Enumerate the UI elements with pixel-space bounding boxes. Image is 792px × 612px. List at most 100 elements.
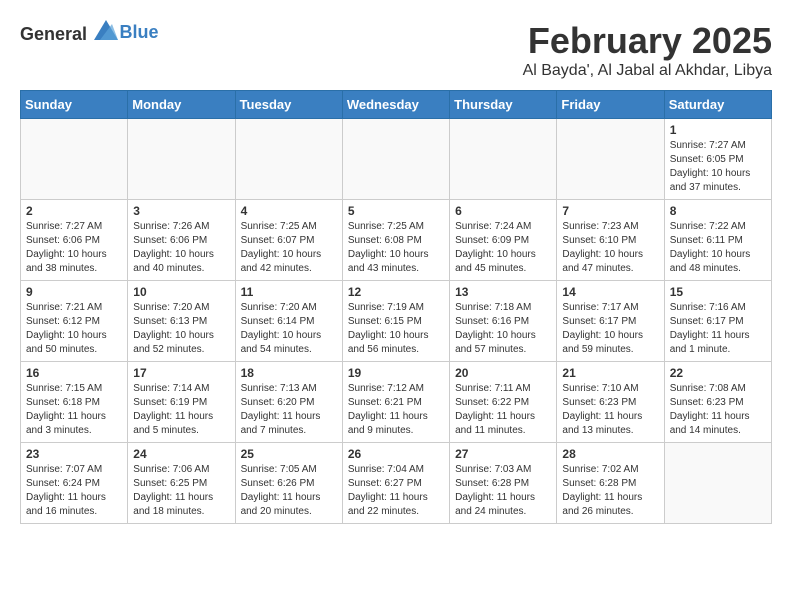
- day-number: 3: [133, 204, 229, 218]
- day-info: Sunrise: 7:18 AM Sunset: 6:16 PM Dayligh…: [455, 301, 551, 357]
- calendar-cell: 17 Sunrise: 7:14 AM Sunset: 6:19 PM Dayli…: [128, 362, 235, 443]
- calendar-cell: [21, 119, 128, 200]
- main-title: February 2025: [523, 20, 772, 62]
- title-area: February 2025 Al Bayda', Al Jabal al Akh…: [523, 20, 772, 80]
- calendar-cell: 12 Sunrise: 7:19 AM Sunset: 6:15 PM Dayli…: [342, 281, 449, 362]
- calendar-header-wednesday: Wednesday: [342, 91, 449, 119]
- day-info: Sunrise: 7:08 AM Sunset: 6:23 PM Dayligh…: [670, 382, 766, 438]
- day-number: 9: [26, 285, 122, 299]
- calendar-cell: 24 Sunrise: 7:06 AM Sunset: 6:25 PM Dayli…: [128, 443, 235, 524]
- day-number: 28: [562, 447, 658, 461]
- calendar-cell: 23 Sunrise: 7:07 AM Sunset: 6:24 PM Dayli…: [21, 443, 128, 524]
- day-number: 22: [670, 366, 766, 380]
- calendar-cell: 13 Sunrise: 7:18 AM Sunset: 6:16 PM Dayli…: [450, 281, 557, 362]
- calendar-header-saturday: Saturday: [664, 91, 771, 119]
- day-info: Sunrise: 7:21 AM Sunset: 6:12 PM Dayligh…: [26, 301, 122, 357]
- calendar-cell: 20 Sunrise: 7:11 AM Sunset: 6:22 PM Dayli…: [450, 362, 557, 443]
- calendar-cell: 9 Sunrise: 7:21 AM Sunset: 6:12 PM Daylig…: [21, 281, 128, 362]
- calendar-cell: [450, 119, 557, 200]
- day-number: 16: [26, 366, 122, 380]
- calendar-header-row: SundayMondayTuesdayWednesdayThursdayFrid…: [21, 91, 772, 119]
- day-number: 14: [562, 285, 658, 299]
- day-info: Sunrise: 7:14 AM Sunset: 6:19 PM Dayligh…: [133, 382, 229, 438]
- day-number: 11: [241, 285, 337, 299]
- day-info: Sunrise: 7:25 AM Sunset: 6:08 PM Dayligh…: [348, 220, 444, 276]
- calendar-cell: [128, 119, 235, 200]
- day-info: Sunrise: 7:12 AM Sunset: 6:21 PM Dayligh…: [348, 382, 444, 438]
- day-info: Sunrise: 7:17 AM Sunset: 6:17 PM Dayligh…: [562, 301, 658, 357]
- calendar-cell: 4 Sunrise: 7:25 AM Sunset: 6:07 PM Daylig…: [235, 200, 342, 281]
- calendar-cell: 21Sunrise: 7:10 AM Sunset: 6:23 PM Dayli…: [557, 362, 664, 443]
- day-number: 6: [455, 204, 551, 218]
- calendar-cell: 14 Sunrise: 7:17 AM Sunset: 6:17 PM Dayli…: [557, 281, 664, 362]
- calendar-cell: 19 Sunrise: 7:12 AM Sunset: 6:21 PM Dayli…: [342, 362, 449, 443]
- day-number: 1: [670, 123, 766, 137]
- calendar-cell: 26 Sunrise: 7:04 AM Sunset: 6:27 PM Dayli…: [342, 443, 449, 524]
- calendar-cell: 28 Sunrise: 7:02 AM Sunset: 6:28 PM Dayli…: [557, 443, 664, 524]
- logo-general: General: [20, 24, 87, 44]
- day-info: Sunrise: 7:25 AM Sunset: 6:07 PM Dayligh…: [241, 220, 337, 276]
- day-info: Sunrise: 7:27 AM Sunset: 6:06 PM Dayligh…: [26, 220, 122, 276]
- subtitle: Al Bayda', Al Jabal al Akhdar, Libya: [523, 62, 772, 80]
- calendar-header-monday: Monday: [128, 91, 235, 119]
- day-info: Sunrise: 7:05 AM Sunset: 6:26 PM Dayligh…: [241, 463, 337, 519]
- day-info: Sunrise: 7:02 AM Sunset: 6:28 PM Dayligh…: [562, 463, 658, 519]
- day-number: 23: [26, 447, 122, 461]
- day-info: Sunrise: 7:27 AM Sunset: 6:05 PM Dayligh…: [670, 139, 766, 195]
- day-number: 24: [133, 447, 229, 461]
- logo-icon: [94, 20, 118, 40]
- day-number: 17: [133, 366, 229, 380]
- calendar-cell: [235, 119, 342, 200]
- calendar: SundayMondayTuesdayWednesdayThursdayFrid…: [20, 90, 772, 524]
- day-number: 2: [26, 204, 122, 218]
- calendar-cell: [342, 119, 449, 200]
- day-info: Sunrise: 7:19 AM Sunset: 6:15 PM Dayligh…: [348, 301, 444, 357]
- logo: General Blue: [20, 20, 159, 45]
- day-info: Sunrise: 7:24 AM Sunset: 6:09 PM Dayligh…: [455, 220, 551, 276]
- day-info: Sunrise: 7:07 AM Sunset: 6:24 PM Dayligh…: [26, 463, 122, 519]
- day-info: Sunrise: 7:13 AM Sunset: 6:20 PM Dayligh…: [241, 382, 337, 438]
- day-number: 4: [241, 204, 337, 218]
- calendar-cell: 1 Sunrise: 7:27 AM Sunset: 6:05 PM Daylig…: [664, 119, 771, 200]
- day-info: Sunrise: 7:04 AM Sunset: 6:27 PM Dayligh…: [348, 463, 444, 519]
- calendar-cell: 8Sunrise: 7:22 AM Sunset: 6:11 PM Daylig…: [664, 200, 771, 281]
- day-number: 20: [455, 366, 551, 380]
- day-number: 15: [670, 285, 766, 299]
- header: General Blue February 2025 Al Bayda', Al…: [20, 20, 772, 80]
- day-info: Sunrise: 7:26 AM Sunset: 6:06 PM Dayligh…: [133, 220, 229, 276]
- calendar-cell: 25 Sunrise: 7:05 AM Sunset: 6:26 PM Dayli…: [235, 443, 342, 524]
- day-number: 18: [241, 366, 337, 380]
- day-info: Sunrise: 7:16 AM Sunset: 6:17 PM Dayligh…: [670, 301, 766, 357]
- day-info: Sunrise: 7:10 AM Sunset: 6:23 PM Dayligh…: [562, 382, 658, 438]
- day-number: 25: [241, 447, 337, 461]
- calendar-cell: 6 Sunrise: 7:24 AM Sunset: 6:09 PM Daylig…: [450, 200, 557, 281]
- calendar-week-3: 9 Sunrise: 7:21 AM Sunset: 6:12 PM Daylig…: [21, 281, 772, 362]
- day-number: 7: [562, 204, 658, 218]
- day-number: 12: [348, 285, 444, 299]
- day-number: 27: [455, 447, 551, 461]
- day-number: 19: [348, 366, 444, 380]
- calendar-cell: 3 Sunrise: 7:26 AM Sunset: 6:06 PM Daylig…: [128, 200, 235, 281]
- calendar-cell: 5Sunrise: 7:25 AM Sunset: 6:08 PM Daylig…: [342, 200, 449, 281]
- calendar-header-friday: Friday: [557, 91, 664, 119]
- calendar-cell: 22 Sunrise: 7:08 AM Sunset: 6:23 PM Dayli…: [664, 362, 771, 443]
- logo-blue: Blue: [120, 22, 159, 42]
- calendar-cell: 10 Sunrise: 7:20 AM Sunset: 6:13 PM Dayli…: [128, 281, 235, 362]
- day-info: Sunrise: 7:11 AM Sunset: 6:22 PM Dayligh…: [455, 382, 551, 438]
- day-info: Sunrise: 7:20 AM Sunset: 6:14 PM Dayligh…: [241, 301, 337, 357]
- day-info: Sunrise: 7:23 AM Sunset: 6:10 PM Dayligh…: [562, 220, 658, 276]
- calendar-header-tuesday: Tuesday: [235, 91, 342, 119]
- calendar-cell: 18 Sunrise: 7:13 AM Sunset: 6:20 PM Dayli…: [235, 362, 342, 443]
- day-number: 13: [455, 285, 551, 299]
- day-number: 10: [133, 285, 229, 299]
- day-info: Sunrise: 7:06 AM Sunset: 6:25 PM Dayligh…: [133, 463, 229, 519]
- calendar-cell: 27 Sunrise: 7:03 AM Sunset: 6:28 PM Dayli…: [450, 443, 557, 524]
- day-number: 8: [670, 204, 766, 218]
- calendar-header-sunday: Sunday: [21, 91, 128, 119]
- calendar-week-2: 2 Sunrise: 7:27 AM Sunset: 6:06 PM Daylig…: [21, 200, 772, 281]
- calendar-week-4: 16Sunrise: 7:15 AM Sunset: 6:18 PM Dayli…: [21, 362, 772, 443]
- day-number: 26: [348, 447, 444, 461]
- day-info: Sunrise: 7:03 AM Sunset: 6:28 PM Dayligh…: [455, 463, 551, 519]
- calendar-week-5: 23 Sunrise: 7:07 AM Sunset: 6:24 PM Dayli…: [21, 443, 772, 524]
- day-info: Sunrise: 7:20 AM Sunset: 6:13 PM Dayligh…: [133, 301, 229, 357]
